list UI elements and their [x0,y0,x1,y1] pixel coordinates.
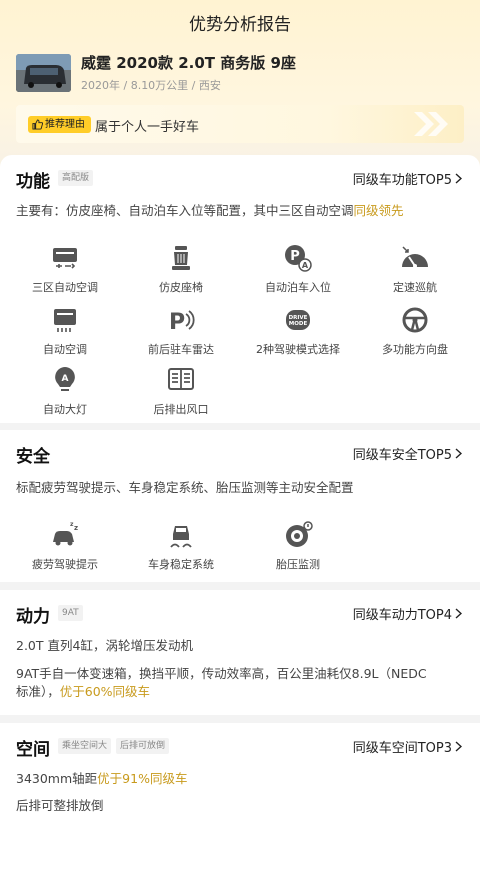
feature-label: 前后驻车雷达 [148,343,214,356]
space-tag: 后排可放倒 [116,738,170,754]
double-chevron-decoration-icon [414,112,448,136]
leather-seat-icon [172,246,190,270]
power-highlight: 优于60%同级车 [59,684,151,699]
safety-title: 安全 [16,447,50,467]
power-title: 动力 [16,607,50,627]
feature-item[interactable]: P 前后驻车雷达 [121,305,241,357]
car-name: 威霆 2020款 2.0T 商务版 9座 [81,54,296,72]
safety-top-link[interactable]: 同级车安全TOP5 [353,444,462,463]
steering-wheel-icon [402,307,428,333]
van-image [16,54,71,92]
auto-ac-icon [54,309,76,332]
space-section: 空间 乘坐空间大 后排可放倒 同级车空间TOP3 3430mm轴距优于91%同级… [0,723,480,875]
parking-radar-icon: P [169,310,195,335]
power-line-1: 2.0T 直列4缸，涡轮增压发动机 [16,638,193,653]
power-top-link[interactable]: 同级车动力TOP4 [353,604,462,623]
feature-item[interactable]: 后排出风口 [121,365,241,417]
tri-zone-ac-icon [53,248,77,269]
power-tag: 9AT [58,605,83,621]
feature-label: 自动空调 [43,343,87,356]
feature-label: 三区自动空调 [32,281,98,294]
safety-section: 安全 同级车安全TOP5 标配疲劳驾驶提示、车身稳定系统、胎压监测等主动安全配置… [0,430,480,582]
function-desc-text: 主要有：仿皮座椅、自动泊车入位等配置，其中三区自动空调 [16,203,354,218]
svg-text:P: P [290,249,300,264]
svg-text:A: A [62,374,69,384]
fatigue-warning-icon: z z [53,521,78,546]
safety-top-link-label: 同级车安全TOP5 [352,448,452,463]
space-title: 空间 [16,740,50,760]
recommend-reason-bar: 推荐理由 属于个人一手好车 [16,105,464,143]
cruise-control-icon [402,246,428,268]
space-top-link-label: 同级车空间TOP3 [352,741,452,756]
chevron-right-icon [455,741,462,752]
feature-item[interactable]: 定速巡航 [355,243,475,295]
function-desc-highlight: 同级领先 [353,203,404,218]
feature-item[interactable]: 车身稳定系统 [121,520,241,572]
space-line-2: 后排可整排放倒 [16,798,104,813]
auto-parking-icon: P A [285,245,312,272]
power-line-3-text: 标准）， [16,684,60,699]
svg-text:z: z [70,521,74,528]
svg-text:z: z [74,524,78,532]
car-meta: 2020年 / 8.10万公里 / 西安 [81,79,221,92]
feature-item[interactable]: DRIVE MODE 2种驾驶模式选择 [238,305,358,357]
function-top-link-label: 同级车功能TOP5 [352,173,452,188]
feature-item[interactable]: 仿皮座椅 [121,243,241,295]
feature-item[interactable]: 自动空调 [5,305,125,357]
feature-item[interactable]: 多功能方向盘 [355,305,475,357]
svg-text:MODE: MODE [289,321,308,327]
chevron-right-icon [455,448,462,459]
rear-vent-icon [168,368,194,390]
feature-item[interactable]: 三区自动空调 [5,243,125,295]
power-section: 动力 9AT 同级车动力TOP4 2.0T 直列4缸，涡轮增压发动机 9AT手自… [0,590,480,715]
recommend-tag-label: 推荐理由 [45,119,85,130]
svg-text:P: P [169,310,185,335]
feature-label: 后排出风口 [153,403,209,416]
page-title: 优势分析报告 [189,15,291,35]
power-line-3: 标准），优于60%同级车 [16,681,150,703]
function-tag: 高配版 [58,170,94,186]
svg-text:A: A [302,261,309,270]
function-section: 功能 高配版 同级车功能TOP5 主要有：仿皮座椅、自动泊车入位等配置，其中三区… [0,155,480,423]
feature-item[interactable]: 胎压监测 [238,520,358,572]
feature-label: 自动泊车入位 [265,281,331,294]
recommend-text: 属于个人一手好车 [95,120,200,135]
stability-control-icon [170,526,192,548]
function-title: 功能 [16,172,50,192]
feature-item[interactable]: z z 疲劳驾驶提示 [5,520,125,572]
feature-label: 胎压监测 [276,558,320,571]
safety-desc: 标配疲劳驾驶提示、车身稳定系统、胎压监测等主动安全配置 [16,480,354,495]
auto-headlight-icon: A [55,367,75,391]
power-top-link-label: 同级车动力TOP4 [352,608,452,623]
feature-label: 车身稳定系统 [148,558,214,571]
tire-pressure-icon [286,521,313,547]
thumbs-up-icon [32,119,43,130]
space-highlight: 优于91%同级车 [97,771,188,786]
feature-label: 自动大灯 [43,403,87,416]
space-line-1-text: 3430mm轴距 [16,771,98,786]
car-thumbnail[interactable] [16,54,71,92]
function-desc: 主要有：仿皮座椅、自动泊车入位等配置，其中三区自动空调同级领先 [16,200,404,222]
drive-mode-icon: DRIVE MODE [286,310,310,330]
space-tag: 乘坐空间大 [58,738,112,754]
function-top-link[interactable]: 同级车功能TOP5 [353,169,462,188]
feature-label: 多功能方向盘 [382,343,448,356]
chevron-right-icon [455,173,462,184]
feature-label: 定速巡航 [393,281,437,294]
chevron-right-icon [455,608,462,619]
feature-item[interactable]: A 自动大灯 [5,365,125,417]
space-line-1: 3430mm轴距优于91%同级车 [16,768,187,790]
feature-label: 仿皮座椅 [159,281,203,294]
feature-label: 2种驾驶模式选择 [256,343,340,356]
feature-label: 疲劳驾驶提示 [32,558,98,571]
feature-item[interactable]: P A 自动泊车入位 [238,243,358,295]
recommend-tag: 推荐理由 [28,116,91,133]
space-top-link[interactable]: 同级车空间TOP3 [353,737,462,756]
